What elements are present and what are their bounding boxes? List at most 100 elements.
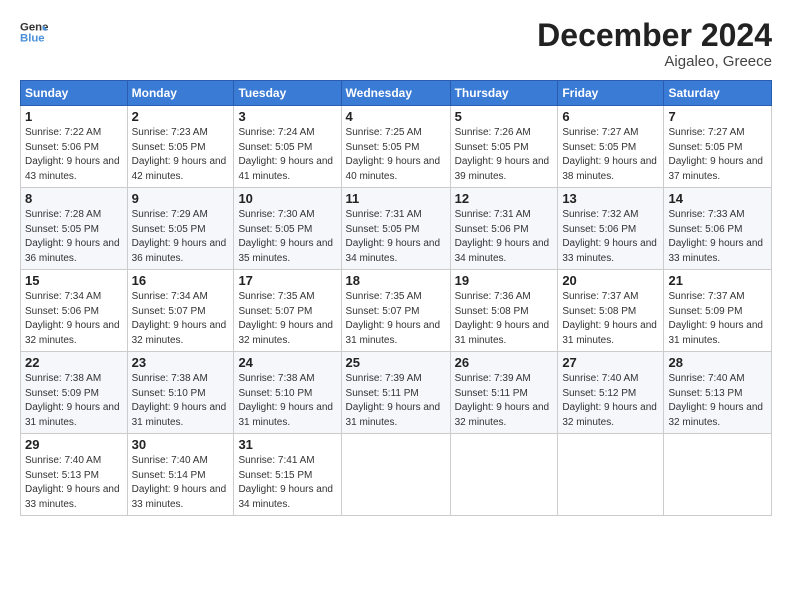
calendar-cell: 5 Sunrise: 7:26 AM Sunset: 5:05 PM Dayli…: [450, 106, 558, 188]
day-number: 20: [562, 273, 659, 288]
day-number: 14: [668, 191, 767, 206]
calendar-week-1: 1 Sunrise: 7:22 AM Sunset: 5:06 PM Dayli…: [21, 106, 772, 188]
day-info: Sunrise: 7:35 AM Sunset: 5:07 PM Dayligh…: [238, 290, 336, 348]
calendar-cell: 24 Sunrise: 7:38 AM Sunset: 5:10 PM Dayl…: [234, 352, 341, 434]
day-info: Sunrise: 7:28 AM Sunset: 5:05 PM Dayligh…: [25, 208, 123, 266]
calendar-cell: 15 Sunrise: 7:34 AM Sunset: 5:06 PM Dayl…: [21, 270, 128, 352]
day-number: 26: [455, 355, 554, 370]
day-number: 19: [455, 273, 554, 288]
day-number: 2: [132, 109, 230, 124]
day-info: Sunrise: 7:38 AM Sunset: 5:10 PM Dayligh…: [238, 372, 336, 430]
calendar-cell: 8 Sunrise: 7:28 AM Sunset: 5:05 PM Dayli…: [21, 188, 128, 270]
calendar-cell: 21 Sunrise: 7:37 AM Sunset: 5:09 PM Dayl…: [664, 270, 772, 352]
calendar-cell: 25 Sunrise: 7:39 AM Sunset: 5:11 PM Dayl…: [341, 352, 450, 434]
col-header-monday: Monday: [127, 81, 234, 106]
day-number: 13: [562, 191, 659, 206]
day-number: 10: [238, 191, 336, 206]
title-block: December 2024 Aigaleo, Greece: [537, 18, 772, 70]
calendar-cell: 10 Sunrise: 7:30 AM Sunset: 5:05 PM Dayl…: [234, 188, 341, 270]
day-number: 28: [668, 355, 767, 370]
calendar-cell: 6 Sunrise: 7:27 AM Sunset: 5:05 PM Dayli…: [558, 106, 664, 188]
calendar-cell: 30 Sunrise: 7:40 AM Sunset: 5:14 PM Dayl…: [127, 434, 234, 516]
day-number: 9: [132, 191, 230, 206]
day-info: Sunrise: 7:34 AM Sunset: 5:06 PM Dayligh…: [25, 290, 123, 348]
day-info: Sunrise: 7:37 AM Sunset: 5:09 PM Dayligh…: [668, 290, 767, 348]
day-number: 16: [132, 273, 230, 288]
calendar-cell: 26 Sunrise: 7:39 AM Sunset: 5:11 PM Dayl…: [450, 352, 558, 434]
calendar-cell: 17 Sunrise: 7:35 AM Sunset: 5:07 PM Dayl…: [234, 270, 341, 352]
calendar-cell: 18 Sunrise: 7:35 AM Sunset: 5:07 PM Dayl…: [341, 270, 450, 352]
day-number: 18: [346, 273, 446, 288]
day-info: Sunrise: 7:39 AM Sunset: 5:11 PM Dayligh…: [455, 372, 554, 430]
calendar-cell: 1 Sunrise: 7:22 AM Sunset: 5:06 PM Dayli…: [21, 106, 128, 188]
calendar-cell: 3 Sunrise: 7:24 AM Sunset: 5:05 PM Dayli…: [234, 106, 341, 188]
day-info: Sunrise: 7:31 AM Sunset: 5:05 PM Dayligh…: [346, 208, 446, 266]
day-info: Sunrise: 7:27 AM Sunset: 5:05 PM Dayligh…: [668, 126, 767, 184]
calendar-week-3: 15 Sunrise: 7:34 AM Sunset: 5:06 PM Dayl…: [21, 270, 772, 352]
day-number: 31: [238, 437, 336, 452]
calendar-cell: 31 Sunrise: 7:41 AM Sunset: 5:15 PM Dayl…: [234, 434, 341, 516]
calendar-cell: 23 Sunrise: 7:38 AM Sunset: 5:10 PM Dayl…: [127, 352, 234, 434]
day-number: 23: [132, 355, 230, 370]
calendar-cell: 9 Sunrise: 7:29 AM Sunset: 5:05 PM Dayli…: [127, 188, 234, 270]
location: Aigaleo, Greece: [537, 53, 772, 70]
day-number: 7: [668, 109, 767, 124]
day-info: Sunrise: 7:40 AM Sunset: 5:13 PM Dayligh…: [25, 454, 123, 512]
day-info: Sunrise: 7:40 AM Sunset: 5:12 PM Dayligh…: [562, 372, 659, 430]
day-number: 21: [668, 273, 767, 288]
calendar-cell: 28 Sunrise: 7:40 AM Sunset: 5:13 PM Dayl…: [664, 352, 772, 434]
day-number: 25: [346, 355, 446, 370]
day-number: 22: [25, 355, 123, 370]
calendar-cell: 16 Sunrise: 7:34 AM Sunset: 5:07 PM Dayl…: [127, 270, 234, 352]
day-info: Sunrise: 7:37 AM Sunset: 5:08 PM Dayligh…: [562, 290, 659, 348]
calendar-cell: [558, 434, 664, 516]
calendar-week-4: 22 Sunrise: 7:38 AM Sunset: 5:09 PM Dayl…: [21, 352, 772, 434]
calendar-cell: 20 Sunrise: 7:37 AM Sunset: 5:08 PM Dayl…: [558, 270, 664, 352]
calendar-cell: 13 Sunrise: 7:32 AM Sunset: 5:06 PM Dayl…: [558, 188, 664, 270]
day-info: Sunrise: 7:40 AM Sunset: 5:13 PM Dayligh…: [668, 372, 767, 430]
day-info: Sunrise: 7:38 AM Sunset: 5:09 PM Dayligh…: [25, 372, 123, 430]
day-info: Sunrise: 7:25 AM Sunset: 5:05 PM Dayligh…: [346, 126, 446, 184]
col-header-wednesday: Wednesday: [341, 81, 450, 106]
header: General Blue December 2024 Aigaleo, Gree…: [20, 18, 772, 70]
day-info: Sunrise: 7:34 AM Sunset: 5:07 PM Dayligh…: [132, 290, 230, 348]
col-header-thursday: Thursday: [450, 81, 558, 106]
day-info: Sunrise: 7:38 AM Sunset: 5:10 PM Dayligh…: [132, 372, 230, 430]
day-info: Sunrise: 7:33 AM Sunset: 5:06 PM Dayligh…: [668, 208, 767, 266]
day-number: 5: [455, 109, 554, 124]
calendar-cell: 27 Sunrise: 7:40 AM Sunset: 5:12 PM Dayl…: [558, 352, 664, 434]
calendar-cell: [341, 434, 450, 516]
day-number: 30: [132, 437, 230, 452]
calendar-cell: [450, 434, 558, 516]
day-info: Sunrise: 7:40 AM Sunset: 5:14 PM Dayligh…: [132, 454, 230, 512]
logo: General Blue: [20, 18, 48, 46]
calendar-cell: 11 Sunrise: 7:31 AM Sunset: 5:05 PM Dayl…: [341, 188, 450, 270]
day-info: Sunrise: 7:22 AM Sunset: 5:06 PM Dayligh…: [25, 126, 123, 184]
calendar-week-2: 8 Sunrise: 7:28 AM Sunset: 5:05 PM Dayli…: [21, 188, 772, 270]
col-header-friday: Friday: [558, 81, 664, 106]
day-info: Sunrise: 7:31 AM Sunset: 5:06 PM Dayligh…: [455, 208, 554, 266]
page: General Blue December 2024 Aigaleo, Gree…: [0, 0, 792, 612]
day-number: 17: [238, 273, 336, 288]
day-info: Sunrise: 7:27 AM Sunset: 5:05 PM Dayligh…: [562, 126, 659, 184]
svg-text:Blue: Blue: [20, 33, 45, 45]
day-info: Sunrise: 7:29 AM Sunset: 5:05 PM Dayligh…: [132, 208, 230, 266]
day-number: 1: [25, 109, 123, 124]
calendar-table: SundayMondayTuesdayWednesdayThursdayFrid…: [20, 80, 772, 516]
day-number: 3: [238, 109, 336, 124]
day-number: 29: [25, 437, 123, 452]
day-number: 11: [346, 191, 446, 206]
calendar-cell: 29 Sunrise: 7:40 AM Sunset: 5:13 PM Dayl…: [21, 434, 128, 516]
day-info: Sunrise: 7:26 AM Sunset: 5:05 PM Dayligh…: [455, 126, 554, 184]
day-number: 15: [25, 273, 123, 288]
col-header-tuesday: Tuesday: [234, 81, 341, 106]
logo-icon: General Blue: [20, 18, 48, 46]
day-info: Sunrise: 7:32 AM Sunset: 5:06 PM Dayligh…: [562, 208, 659, 266]
calendar-week-5: 29 Sunrise: 7:40 AM Sunset: 5:13 PM Dayl…: [21, 434, 772, 516]
day-number: 12: [455, 191, 554, 206]
day-number: 27: [562, 355, 659, 370]
day-number: 4: [346, 109, 446, 124]
day-info: Sunrise: 7:24 AM Sunset: 5:05 PM Dayligh…: [238, 126, 336, 184]
day-info: Sunrise: 7:35 AM Sunset: 5:07 PM Dayligh…: [346, 290, 446, 348]
month-title: December 2024: [537, 18, 772, 53]
